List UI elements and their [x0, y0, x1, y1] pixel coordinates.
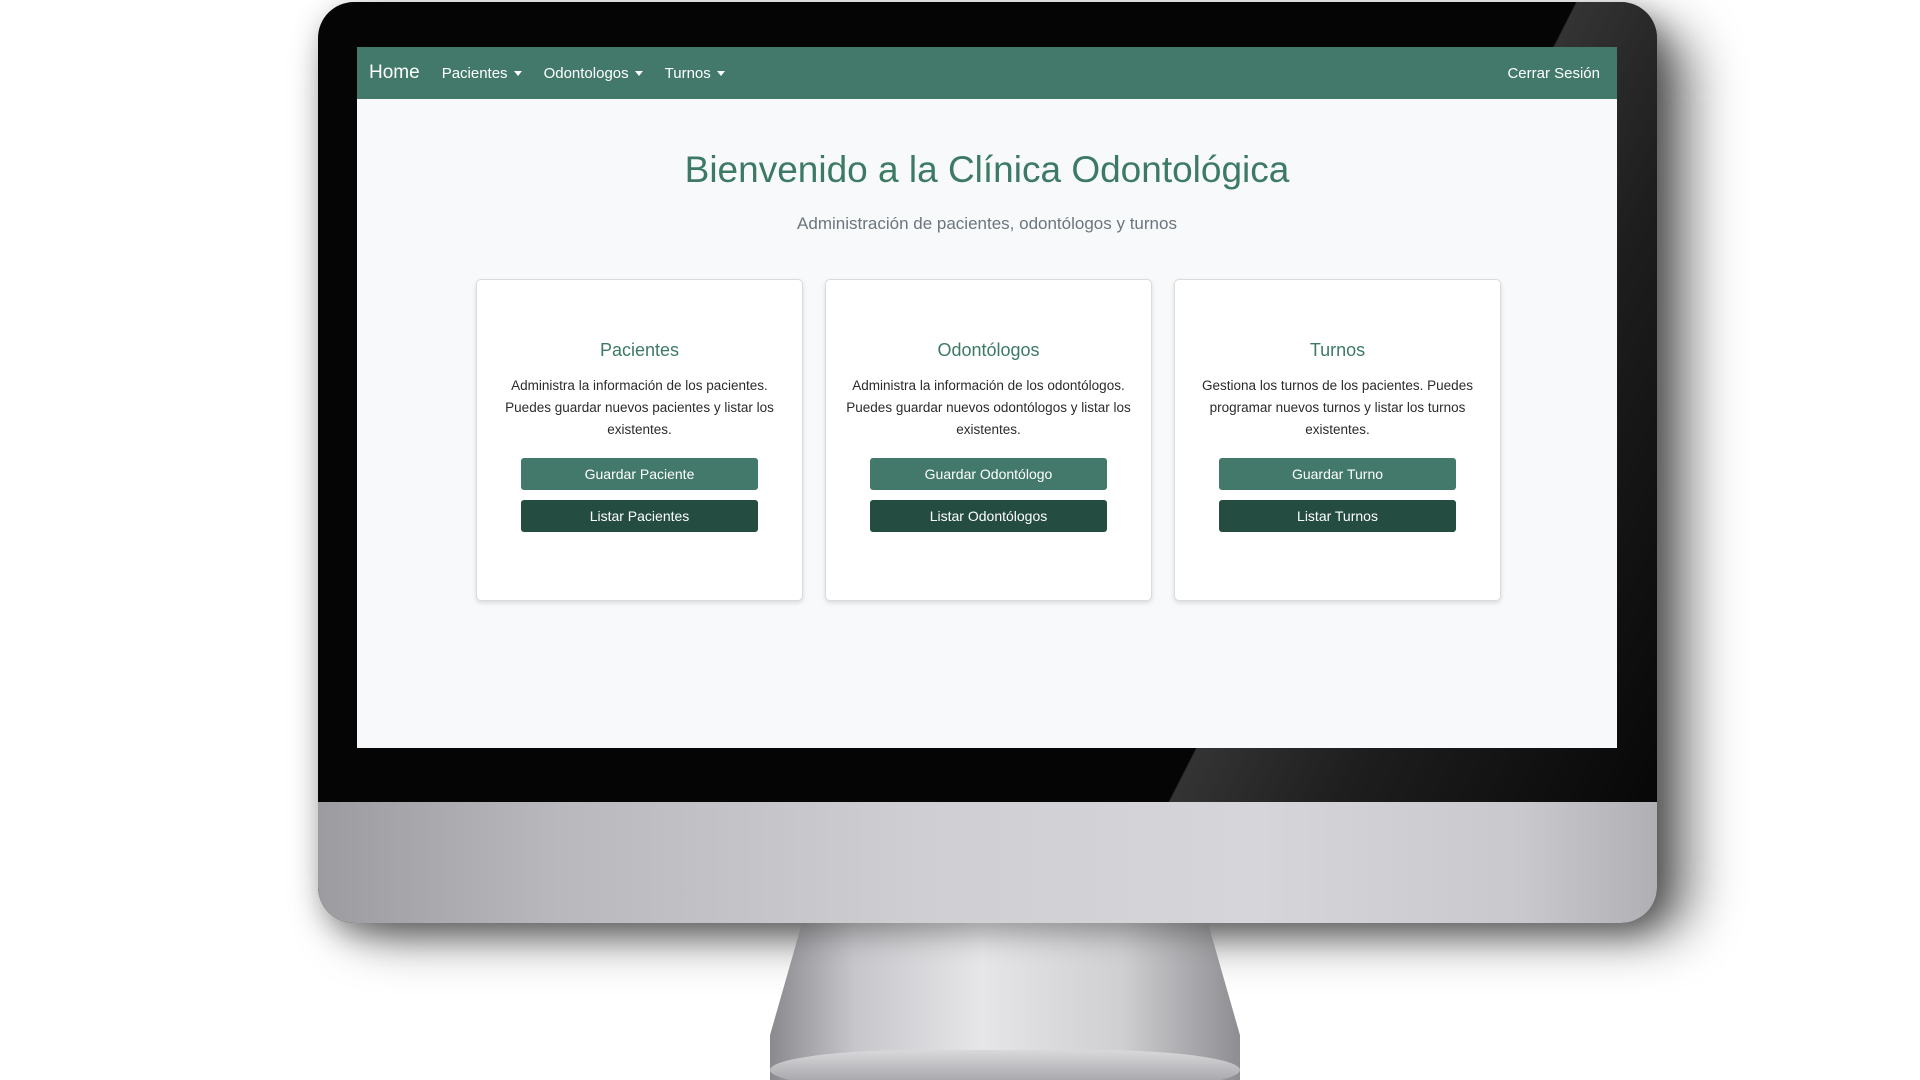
card-description: Administra la información de los pacient…	[505, 378, 774, 437]
card-odontologos: Odontólogos Administra la información de…	[825, 279, 1152, 601]
nav-menu-label: Pacientes	[441, 64, 508, 82]
card-turnos: Turnos Gestiona los turnos de los pacien…	[1174, 279, 1501, 601]
listar-turnos-button[interactable]: Listar Turnos	[1219, 500, 1456, 532]
nav-menu-odontologos[interactable]: Odontologos	[544, 65, 643, 82]
listar-pacientes-button[interactable]: Listar Pacientes	[521, 500, 758, 532]
nav-menu-turnos[interactable]: Turnos	[665, 65, 725, 82]
nav-menu-pacientes[interactable]: Pacientes	[442, 65, 522, 82]
page-subtitle: Administración de pacientes, odontólogos…	[797, 214, 1177, 233]
nav-menu-label: Odontologos	[543, 64, 629, 82]
listar-odontologos-button[interactable]: Listar Odontólogos	[870, 500, 1107, 532]
caret-down-icon	[513, 71, 522, 76]
logout-link[interactable]: Cerrar Sesión	[1507, 65, 1600, 82]
page-title: Bienvenido a la Clínica Odontológica	[684, 149, 1290, 190]
card-description: Gestiona los turnos de los pacientes. Pu…	[1202, 378, 1473, 437]
card-title: Odontólogos	[937, 340, 1040, 360]
app-screen: Home Pacientes Odontologos Turnos Cerrar…	[357, 47, 1617, 748]
card-title: Pacientes	[599, 340, 680, 360]
card-title: Turnos	[1309, 340, 1366, 360]
navbar: Home Pacientes Odontologos Turnos Cerrar…	[357, 47, 1617, 99]
nav-menu-label: Turnos	[664, 64, 711, 82]
guardar-turno-button[interactable]: Guardar Turno	[1219, 458, 1456, 490]
guardar-odontologo-button[interactable]: Guardar Odontólogo	[870, 458, 1107, 490]
card-pacientes: Pacientes Administra la información de l…	[476, 279, 803, 601]
monitor-mockup: Home Pacientes Odontologos Turnos Cerrar…	[0, 0, 1920, 1080]
nav-home-link[interactable]: Home	[369, 62, 420, 84]
monitor-chin	[318, 802, 1657, 923]
card-description: Administra la información de los odontól…	[846, 378, 1131, 437]
monitor-stand-base	[770, 1050, 1240, 1080]
cards-row: Pacientes Administra la información de l…	[476, 279, 1501, 601]
guardar-paciente-button[interactable]: Guardar Paciente	[521, 458, 758, 490]
caret-down-icon	[634, 71, 643, 76]
caret-down-icon	[716, 71, 725, 76]
